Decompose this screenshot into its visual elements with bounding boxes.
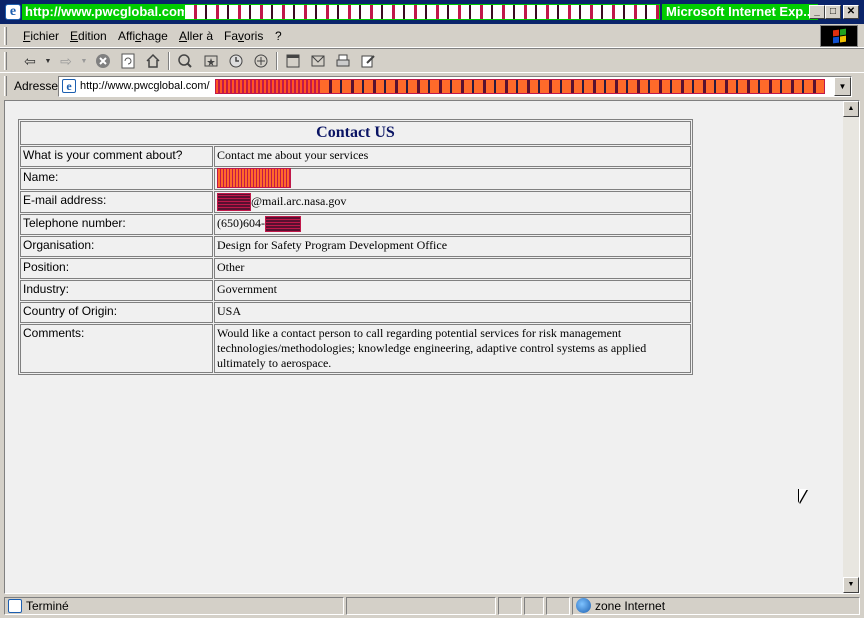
field-value: Design for Safety Program Development Of…: [214, 236, 691, 257]
field-value: Contact me about your services: [214, 146, 691, 167]
table-row: Position: Other: [20, 258, 691, 279]
address-grip[interactable]: [4, 76, 7, 96]
contact-table: Contact US What is your comment about? C…: [18, 119, 693, 375]
history-icon[interactable]: [226, 52, 246, 70]
table-row: Country of Origin: USA: [20, 302, 691, 323]
vertical-scrollbar[interactable]: ▲ ▼: [843, 101, 859, 593]
toolbar: ⇦ ▼ ⇨ ▼: [0, 48, 864, 72]
redacted-title-region: [184, 4, 660, 20]
print-icon[interactable]: [333, 52, 353, 70]
menu-aller[interactable]: Aller à: [179, 29, 213, 43]
home-icon[interactable]: [143, 52, 163, 70]
title-bar: e http://www.pwcglobal.com/ Microsoft In…: [0, 0, 864, 24]
menu-bar: Fichier Edition Affichage Aller à Favori…: [0, 24, 864, 48]
address-bar: Adresse e http://www.pwcglobal.com/ ▼: [0, 72, 864, 98]
toolbar-grip[interactable]: [4, 52, 7, 70]
status-pane: [346, 597, 496, 615]
back-dropdown-icon[interactable]: ▼: [38, 52, 58, 70]
status-pane: [546, 597, 570, 615]
menu-edition[interactable]: Edition: [70, 29, 107, 43]
field-label: Country of Origin:: [20, 302, 213, 323]
fullscreen-icon[interactable]: [283, 52, 303, 70]
field-value: USA: [214, 302, 691, 323]
menu-help[interactable]: ?: [275, 29, 282, 43]
table-row: What is your comment about? Contact me a…: [20, 146, 691, 167]
search-icon[interactable]: [175, 52, 195, 70]
back-icon[interactable]: ⇦: [20, 52, 40, 70]
refresh-icon[interactable]: [118, 52, 138, 70]
minimize-button[interactable]: _: [809, 5, 825, 19]
field-value: Other: [214, 258, 691, 279]
menu-grip[interactable]: [4, 27, 7, 45]
field-value: (650)604-: [214, 214, 691, 235]
field-label: What is your comment about?: [20, 146, 213, 167]
status-zone: zone Internet: [572, 597, 860, 615]
menu-favoris[interactable]: Favoris: [224, 29, 263, 43]
table-row: Comments: Would like a contact person to…: [20, 324, 691, 373]
field-value: Would like a contact person to call rega…: [214, 324, 691, 373]
status-text: Terminé: [26, 599, 69, 613]
table-row: Organisation: Design for Safety Program …: [20, 236, 691, 257]
toolbar-separator: [168, 52, 170, 70]
address-input[interactable]: e http://www.pwcglobal.com/ ▼: [58, 76, 852, 97]
stop-icon[interactable]: [93, 52, 113, 70]
field-label: Industry:: [20, 280, 213, 301]
forward-icon[interactable]: ⇨: [56, 52, 76, 70]
redacted-phone: [265, 216, 301, 233]
address-dropdown-icon[interactable]: ▼: [834, 77, 851, 96]
table-row: Name:: [20, 168, 691, 190]
field-label: Telephone number:: [20, 214, 213, 235]
table-row: E-mail address: @mail.arc.nasa.gov: [20, 191, 691, 213]
table-row: Industry: Government: [20, 280, 691, 301]
mouse-cursor-icon: [799, 489, 807, 503]
field-value: [214, 168, 691, 190]
ie-icon[interactable]: e: [5, 4, 21, 20]
redacted-address-region: [215, 79, 319, 94]
page-icon: e: [62, 79, 76, 93]
internet-zone-icon: [576, 598, 591, 613]
page-viewport[interactable]: Contact US What is your comment about? C…: [4, 100, 860, 594]
favorites-icon[interactable]: [201, 52, 221, 70]
redacted-address-region: [319, 79, 825, 94]
field-label: Comments:: [20, 324, 213, 373]
field-label: Name:: [20, 168, 213, 190]
forward-dropdown-icon[interactable]: ▼: [74, 52, 94, 70]
toolbar-separator: [276, 52, 278, 70]
field-label: Position:: [20, 258, 213, 279]
address-label: Adresse: [14, 79, 59, 93]
page-status-icon: [8, 599, 22, 613]
field-value: Government: [214, 280, 691, 301]
scroll-up-icon[interactable]: ▲: [843, 101, 859, 117]
email-domain: @mail.arc.nasa.gov: [251, 193, 347, 208]
menu-fichier[interactable]: Fichier: [23, 29, 59, 43]
phone-prefix: (650)604-: [217, 216, 265, 230]
status-pane: [498, 597, 522, 615]
status-main: Terminé: [4, 597, 344, 615]
window-title-url: http://www.pwcglobal.com/: [22, 4, 196, 20]
mail-icon[interactable]: [308, 52, 328, 70]
page-title: Contact US: [20, 121, 691, 145]
scroll-down-icon[interactable]: ▼: [843, 577, 859, 593]
close-button[interactable]: ✕: [843, 5, 859, 19]
windows-logo-icon: [820, 25, 858, 47]
table-row: Telephone number: (650)604-: [20, 214, 691, 235]
zone-text: zone Internet: [595, 599, 666, 613]
field-value: @mail.arc.nasa.gov: [214, 191, 691, 213]
status-bar: Terminé zone Internet: [0, 595, 864, 618]
redacted-email-user: [217, 193, 251, 211]
edit-icon[interactable]: [358, 52, 378, 70]
field-label: Organisation:: [20, 236, 213, 257]
status-pane: [524, 597, 544, 615]
channels-icon[interactable]: [251, 52, 271, 70]
redacted-name: [217, 168, 291, 188]
address-url[interactable]: http://www.pwcglobal.com/: [80, 80, 210, 92]
menu-affichage[interactable]: Affichage: [118, 29, 168, 43]
window-title-app: Microsoft Internet Exp...: [662, 4, 819, 20]
field-label: E-mail address:: [20, 191, 213, 213]
maximize-button[interactable]: □: [825, 5, 841, 19]
